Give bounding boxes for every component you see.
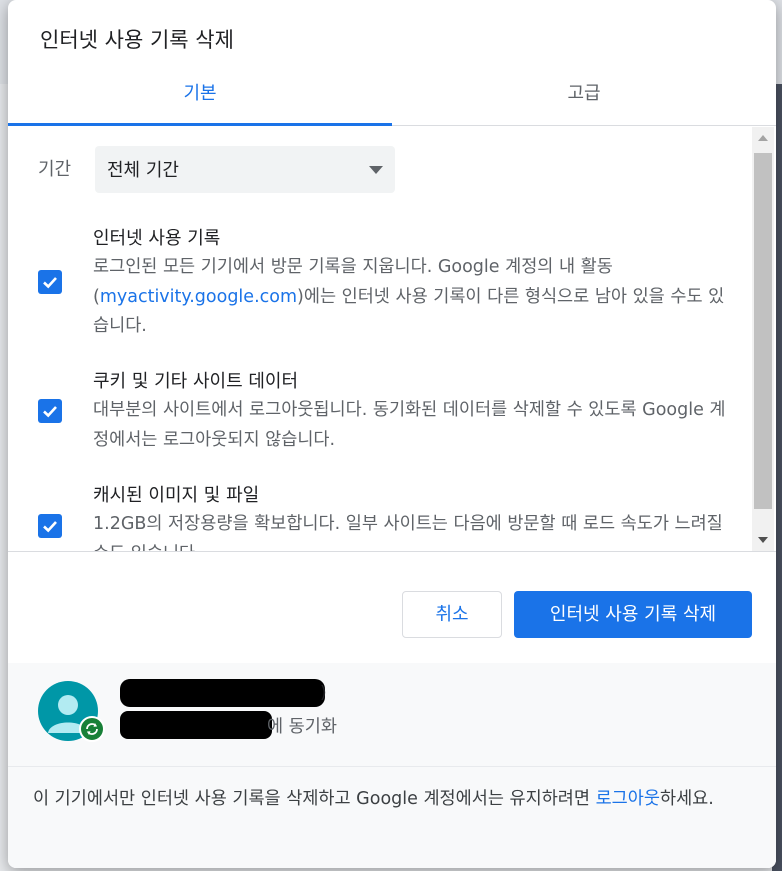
sync-badge bbox=[79, 716, 105, 742]
footer-note: 이 기기에서만 인터넷 사용 기록을 삭제하고 Google 계정에서는 유지하… bbox=[33, 784, 753, 814]
cancel-button[interactable]: 취소 bbox=[402, 591, 502, 638]
option-title: 캐시된 이미지 및 파일 bbox=[93, 485, 260, 506]
scrollbar-thumb[interactable] bbox=[754, 153, 772, 509]
sync-status-text: 에 동기화 bbox=[267, 717, 337, 737]
chevron-down-icon bbox=[369, 166, 383, 174]
option-description: 대부분의 사이트에서 로그아웃됩니다. 동기화된 데이터를 삭제할 수 있도록 … bbox=[93, 400, 726, 450]
sign-out-link[interactable]: 로그아웃 bbox=[596, 789, 660, 809]
tab-selected-indicator bbox=[8, 123, 392, 126]
tab-bar: 기본 고급 bbox=[8, 66, 776, 126]
time-range-value: 전체 기간 bbox=[107, 160, 179, 181]
clear-browsing-data-dialog: 인터넷 사용 기록 삭제 기본 고급 기간 전체 기간 인터넷 사용 기록 로그… bbox=[8, 0, 776, 868]
checkbox-cache[interactable] bbox=[38, 514, 62, 538]
checkmark-icon bbox=[43, 406, 57, 418]
redacted-account-email bbox=[120, 711, 272, 739]
checkmark-icon bbox=[43, 521, 57, 533]
redacted-account-name bbox=[120, 679, 325, 707]
option-cache: 캐시된 이미지 및 파일 1.2GB의 저장용량을 확보합니다. 일부 사이트는… bbox=[8, 481, 748, 551]
account-paren: ) bbox=[320, 683, 327, 703]
time-range-select[interactable]: 전체 기간 bbox=[95, 146, 395, 193]
checkbox-cookies[interactable] bbox=[38, 399, 62, 423]
scroll-up-arrow-icon[interactable] bbox=[758, 135, 768, 141]
options-scroll-area: 기간 전체 기간 인터넷 사용 기록 로그인된 모든 기기에서 방문 기록을 지… bbox=[8, 127, 776, 551]
scrollbar[interactable] bbox=[752, 127, 774, 551]
option-cookies: 쿠키 및 기타 사이트 데이터 대부분의 사이트에서 로그아웃됩니다. 동기화된… bbox=[8, 367, 748, 467]
option-title: 쿠키 및 기타 사이트 데이터 bbox=[93, 371, 299, 392]
divider bbox=[8, 551, 776, 552]
tab-advanced[interactable]: 고급 bbox=[392, 66, 776, 126]
clear-data-button[interactable]: 인터넷 사용 기록 삭제 bbox=[514, 591, 752, 638]
time-range-label: 기간 bbox=[38, 159, 72, 180]
myactivity-link[interactable]: myactivity.google.com bbox=[100, 287, 297, 307]
dialog-title: 인터넷 사용 기록 삭제 bbox=[40, 28, 234, 52]
footer-note-text: 하세요. bbox=[659, 789, 714, 809]
sync-icon bbox=[86, 723, 98, 735]
checkbox-browsing-history[interactable] bbox=[38, 270, 62, 294]
option-browsing-history: 인터넷 사용 기록 로그인된 모든 기기에서 방문 기록을 지웁니다. Goog… bbox=[8, 224, 748, 344]
footer-divider bbox=[8, 766, 776, 767]
tab-basic[interactable]: 기본 bbox=[8, 66, 392, 126]
option-title: 인터넷 사용 기록 bbox=[93, 228, 221, 249]
scroll-down-arrow-icon[interactable] bbox=[758, 537, 768, 543]
checkmark-icon bbox=[43, 277, 57, 289]
option-description: 로그인된 모든 기기에서 방문 기록을 지웁니다. Google 계정의 내 활… bbox=[93, 253, 733, 342]
option-description: 1.2GB의 저장용량을 확보합니다. 일부 사이트는 다음에 방문할 때 로드… bbox=[93, 514, 723, 551]
account-footer: ) 에 동기화 이 기기에서만 인터넷 사용 기록을 삭제하고 Google 계… bbox=[8, 663, 776, 868]
footer-note-text: 이 기기에서만 인터넷 사용 기록을 삭제하고 Google 계정에서는 유지하… bbox=[33, 789, 596, 809]
